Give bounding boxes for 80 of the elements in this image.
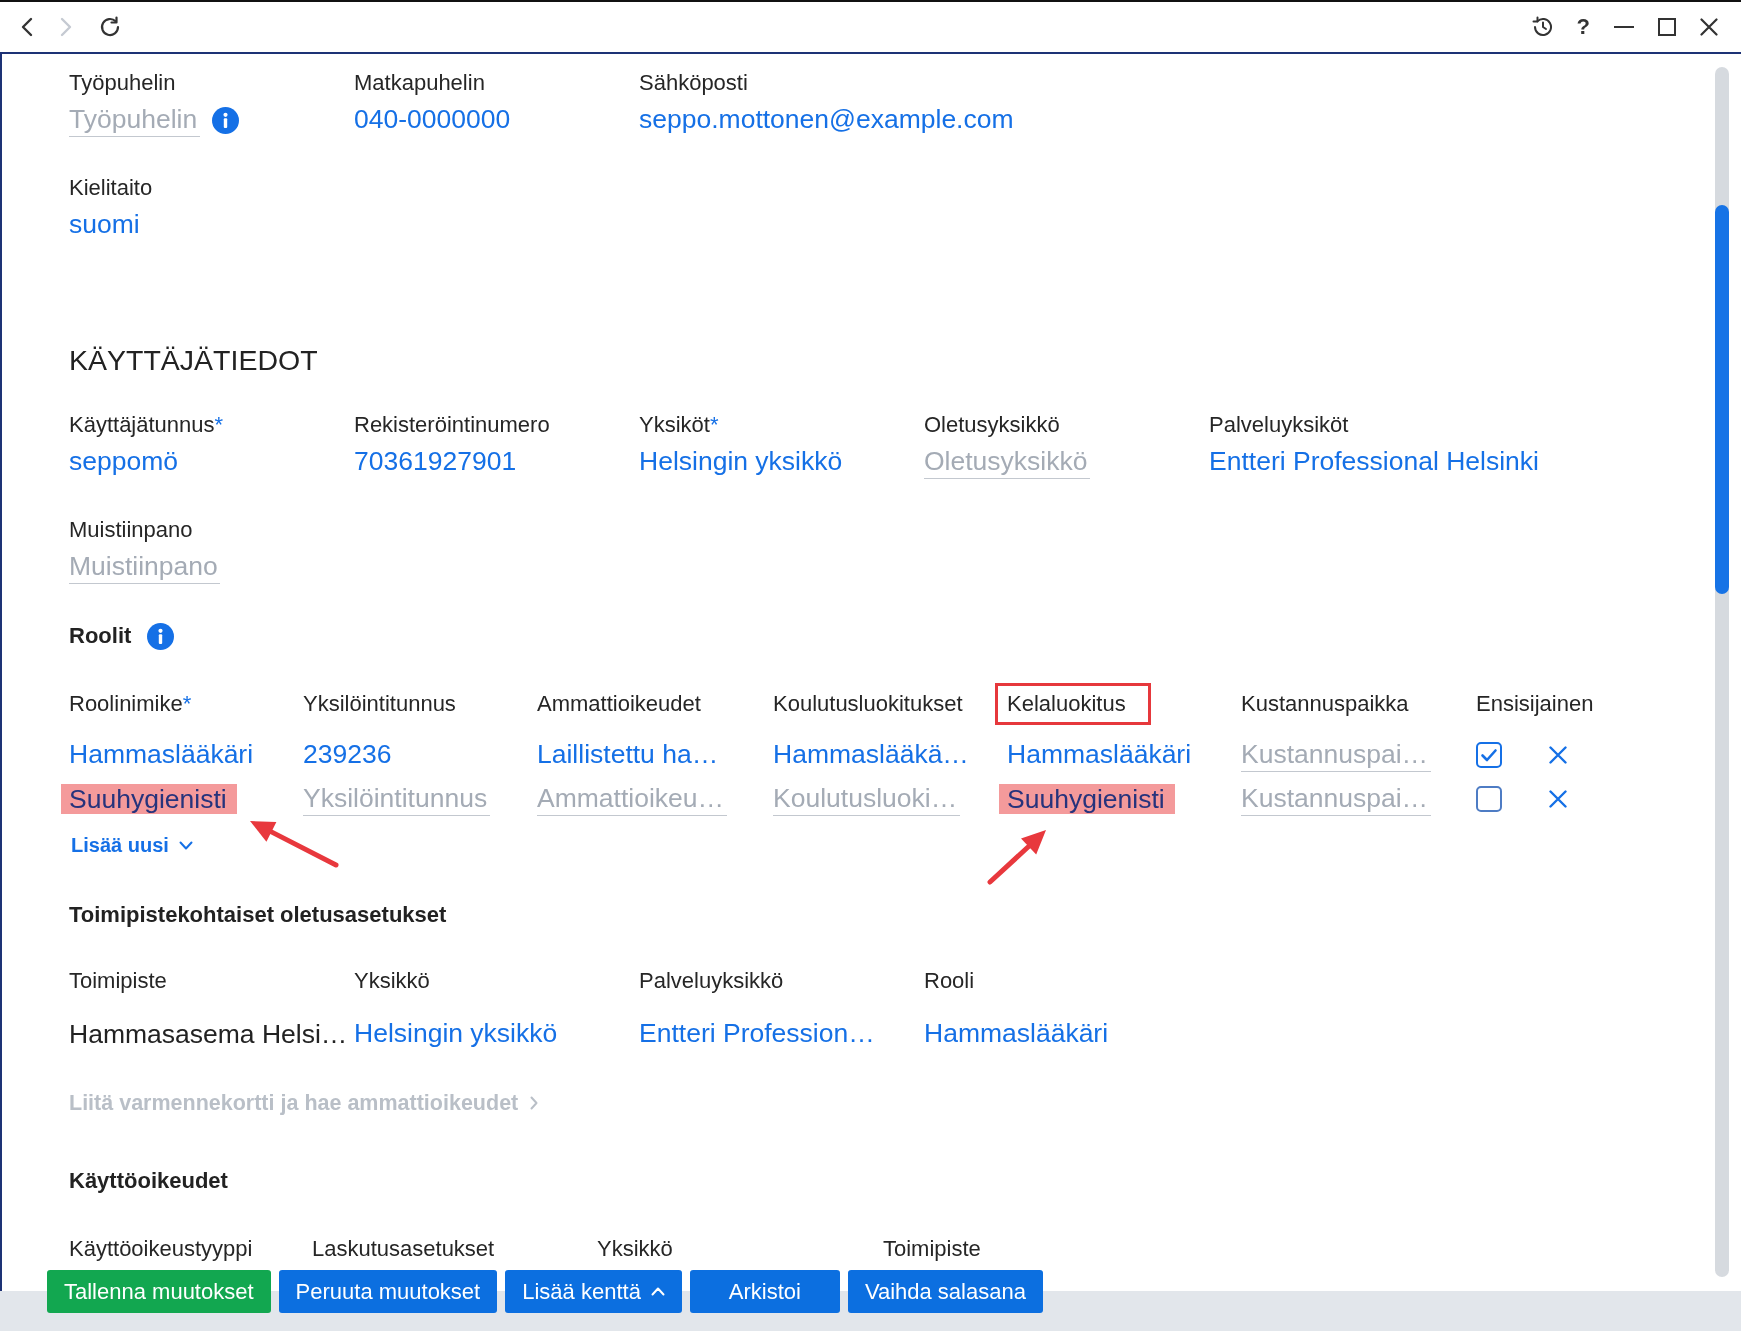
input-field[interactable]: Kustannuspai…	[1241, 782, 1431, 816]
input-field[interactable]: suomi	[69, 208, 142, 242]
checkbox[interactable]	[1476, 742, 1502, 768]
column-header: Ammattioikeudet	[537, 691, 701, 717]
section-title: Toimipistekohtaiset oletusasetukset	[69, 902, 447, 928]
input-field[interactable]: Laillistettu ha…	[537, 738, 721, 772]
input-field[interactable]: Kustannuspai…	[1241, 738, 1431, 772]
field-label: Oletusyksikkö	[924, 412, 1060, 438]
chevron-up-icon	[650, 1287, 665, 1296]
section-title: Käyttöoikeudet	[69, 1168, 228, 1194]
input-field[interactable]: Ammattioikeu…	[537, 782, 727, 816]
input-field[interactable]: seppomö	[69, 445, 181, 479]
column-header: Kustannuspaikka	[1241, 691, 1409, 717]
required-mark: *	[182, 691, 192, 717]
info-icon[interactable]	[147, 622, 175, 650]
column-header: Kelaluokitus	[995, 683, 1151, 725]
field-label: Työpuhelin	[69, 70, 176, 96]
help-button[interactable]: ?	[1576, 15, 1590, 39]
primary-button[interactable]: Tallenna muutokset	[47, 1270, 271, 1313]
field-label: Palveluyksiköt	[1209, 412, 1349, 438]
checkbox[interactable]	[1476, 786, 1502, 812]
input-field[interactable]: Hammaslääkäri	[1007, 738, 1194, 772]
input-field[interactable]: Entteri Profession…	[639, 1017, 877, 1051]
cross-icon[interactable]	[1549, 746, 1567, 764]
field-label: Yksikkö	[354, 968, 430, 994]
info-icon[interactable]	[212, 106, 239, 134]
reload-icon[interactable]	[99, 16, 121, 38]
menu-button[interactable]: Lisää kenttä	[505, 1270, 682, 1313]
input-field[interactable]: 239236	[303, 738, 394, 772]
input-field[interactable]: Hammaslääkäri	[69, 738, 256, 772]
column-header: Laskutusasetukset	[312, 1236, 495, 1262]
input-field[interactable]: Koulutusluoki…	[773, 782, 960, 816]
input-field[interactable]: Suuhygienisti	[61, 784, 237, 814]
section-title: Roolit	[69, 623, 132, 649]
input-field[interactable]: Yksilöintitunnus	[303, 782, 490, 816]
input-field[interactable]: seppo.mottonen@example.com	[639, 103, 1016, 137]
input-field[interactable]: Työpuhelin	[69, 103, 200, 137]
input-field[interactable]: Helsingin yksikkö	[639, 445, 845, 479]
section-title: KÄYTTÄJÄTIEDOT	[69, 343, 318, 378]
column-header: Toimipiste	[883, 1236, 981, 1262]
chevron-down-icon	[178, 840, 193, 850]
scrollbar-thumb[interactable]	[1715, 205, 1729, 594]
required-mark: *	[709, 412, 719, 438]
field-label: Käyttäjätunnus	[69, 412, 215, 438]
input-field[interactable]: Suuhygienisti	[999, 784, 1175, 814]
chevron-right-icon	[530, 1096, 539, 1110]
field-label: Sähköposti	[639, 70, 748, 96]
input-field[interactable]: 70361927901	[354, 445, 519, 479]
required-mark: *	[214, 412, 224, 438]
field-label: Yksiköt	[639, 412, 710, 438]
back-icon[interactable]	[21, 17, 33, 37]
field-value: Hammasasema Helsi…	[69, 1018, 348, 1051]
column-header: Koulutusluokitukset	[773, 691, 963, 717]
field-label: Toimipiste	[69, 968, 167, 994]
input-field[interactable]: 040-0000000	[354, 103, 513, 137]
field-label: Palveluyksikkö	[639, 968, 784, 994]
close-icon[interactable]	[1700, 18, 1718, 36]
field-label: Rekisteröintinumero	[354, 412, 550, 438]
cross-icon[interactable]	[1549, 790, 1567, 808]
add-new-button[interactable]: Lisää uusi	[69, 832, 193, 858]
secondary-button[interactable]: Peruuta muutokset	[278, 1270, 498, 1313]
input-field[interactable]: Muistiinpano	[69, 550, 220, 584]
history-icon[interactable]	[1530, 16, 1553, 38]
field-label: Rooli	[924, 968, 975, 994]
column-header: Käyttöoikeustyyppi	[69, 1236, 253, 1262]
field-label: Muistiinpano	[69, 517, 193, 543]
secondary-button[interactable]: Vaihda salasana	[847, 1270, 1043, 1313]
column-header: Ensisijainen	[1476, 691, 1594, 717]
input-field[interactable]: Oletusyksikkö	[924, 445, 1090, 479]
field-label: Kielitaito	[69, 175, 153, 201]
column-header: Yksikkö	[597, 1236, 673, 1262]
input-field[interactable]: Helsingin yksikkö	[354, 1017, 560, 1051]
field-label: Matkapuhelin	[354, 70, 485, 96]
secondary-button[interactable]: Arkistoi	[689, 1270, 840, 1313]
column-header: Roolinimike	[69, 691, 183, 717]
maximize-icon[interactable]	[1658, 18, 1676, 36]
input-field[interactable]: Entteri Professional Helsinki	[1209, 445, 1541, 479]
input-field[interactable]: Hammaslääkä…	[773, 738, 971, 772]
column-header: Yksilöintitunnus	[303, 691, 456, 717]
input-field[interactable]: Hammaslääkäri	[924, 1017, 1111, 1051]
